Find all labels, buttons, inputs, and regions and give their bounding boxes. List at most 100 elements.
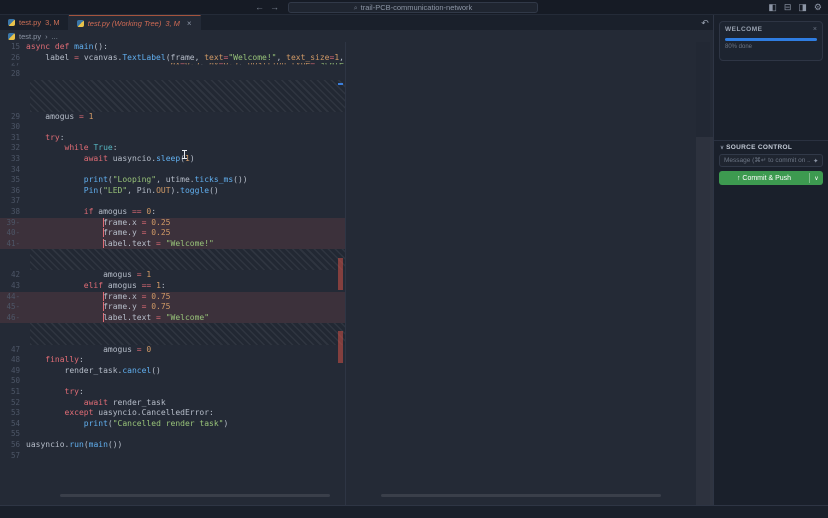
code-line: 51 try: (0, 387, 345, 398)
line-number: 40- (0, 228, 26, 239)
line-number: 37 (0, 196, 26, 207)
commit-and-push-button[interactable]: ↑ Commit & Push ∨ (719, 171, 823, 185)
line-number: 41- (0, 239, 26, 250)
toggle-secondary-sidebar-icon[interactable]: ◨ (798, 2, 807, 13)
code-line: 26 label = vcanvas.TextLabel(frame, text… (0, 53, 345, 64)
code-line: 35 print("Looping", utime.ticks_ms()) (0, 175, 345, 186)
line-number: 46- (0, 313, 26, 324)
line-number: 53 (0, 408, 26, 419)
close-icon[interactable]: × (813, 26, 817, 33)
line-number: 36 (0, 186, 26, 197)
line-number: 45- (0, 302, 26, 313)
code-line: 38 if amogus == 0: (0, 207, 345, 218)
code-line: 48 finally: (0, 355, 345, 366)
code-line: 42 amogus = 1 (0, 270, 345, 281)
horizontal-scrollbar[interactable] (381, 494, 661, 497)
tab-label: test.py (Working Tree) (88, 19, 162, 28)
tab-label: test.py (19, 18, 41, 27)
code-line: 47 amogus = 0 (0, 345, 345, 356)
status-bar (0, 505, 828, 518)
arrow-up-icon: ↑ (737, 175, 741, 182)
diff-filler (30, 249, 345, 270)
code-line: 43 elif amogus == 1: (0, 281, 345, 292)
code-line: 36 Pin("LED", Pin.OUT).toggle() (0, 186, 345, 197)
overview-ruler-left[interactable] (338, 42, 344, 505)
settings-gear-icon[interactable]: ⚙ (814, 2, 822, 13)
code-line: 39- frame.x = 0.25 (0, 218, 345, 229)
back-arrow-icon[interactable]: ← (255, 2, 270, 12)
search-text: trail-PCB-communication-network (361, 3, 473, 12)
mouse-ibeam-cursor (184, 150, 185, 159)
code-line: 40- frame.y = 0.25 (0, 228, 345, 239)
tab-bar: test.py 3, M test.py (Working Tree) 3, M… (0, 15, 713, 30)
code-line: 37 (0, 196, 345, 207)
diff-modified-pane[interactable] (347, 42, 713, 505)
title-bar: ←→ ⌕trail-PCB-communication-network ◧ ⊟ ◨ ⚙ (0, 0, 828, 15)
search-icon: ⌕ (354, 5, 358, 12)
code-line: 54 print("Cancelled render task") (0, 419, 345, 430)
diff-filler (30, 323, 345, 344)
line-number: 56 (0, 440, 26, 451)
code-line: 49 render_task.cancel() (0, 366, 345, 377)
code-line: 44- frame.x = 0.75 (0, 292, 345, 303)
code-line: 55 (0, 429, 345, 440)
line-number: 31 (0, 133, 26, 144)
source-control-header[interactable]: ∨ SOURCE CONTROL (720, 144, 792, 151)
line-number: 39- (0, 218, 26, 229)
code-line: 53 except uasyncio.CancelledError: (0, 408, 345, 419)
toggle-primary-sidebar-icon[interactable]: ◧ (768, 2, 777, 13)
code-line: 46- label.text = "Welcome" (0, 313, 345, 324)
secondary-sidebar: WELCOME × 80% done ∨ SOURCE CONTROL ✦ ↑ … (713, 15, 828, 505)
code-line: 34 (0, 165, 345, 176)
line-number: 52 (0, 398, 26, 409)
welcome-panel: WELCOME × 80% done (719, 21, 823, 61)
python-icon (8, 19, 15, 26)
code-line: 41- label.text = "Welcome!" (0, 239, 345, 250)
line-number: 38 (0, 207, 26, 218)
line-number: 43 (0, 281, 26, 292)
tab-test-py[interactable]: test.py 3, M (0, 15, 69, 30)
line-number: 34 (0, 165, 26, 176)
tab-test-py-working-tree[interactable]: test.py (Working Tree) 3, M × (69, 15, 201, 30)
forward-arrow-icon[interactable]: → (270, 2, 285, 12)
code-line: 32 while True: (0, 143, 345, 154)
breadcrumb-separator: › (45, 32, 48, 41)
commit-message-input[interactable] (719, 154, 823, 167)
line-number: 50 (0, 376, 26, 387)
line-number: 29 (0, 112, 26, 123)
line-number: 30 (0, 122, 26, 133)
discard-icon[interactable]: ↶ (701, 17, 709, 29)
tab-badge: 3, M (165, 19, 180, 28)
diff-filler (30, 80, 345, 112)
code-line: 28 (0, 69, 345, 80)
code-line: 57 (0, 451, 345, 462)
line-number: 28 (0, 69, 26, 80)
line-number: 35 (0, 175, 26, 186)
line-number: 55 (0, 429, 26, 440)
line-number: 42 (0, 270, 26, 281)
sparkle-icon[interactable]: ✦ (813, 157, 818, 165)
code-line: 30 (0, 122, 345, 133)
close-icon[interactable]: × (187, 19, 192, 28)
code-line: 45- frame.y = 0.75 (0, 302, 345, 313)
line-number: 49 (0, 366, 26, 377)
breadcrumb[interactable]: test.py › ... (0, 30, 713, 42)
code-line: 52 await render_task (0, 398, 345, 409)
vscode-window: ←→ ⌕trail-PCB-communication-network ◧ ⊟ ◨ ⚙… (0, 0, 828, 518)
line-number: 44- (0, 292, 26, 303)
line-number: 48 (0, 355, 26, 366)
tab-badge: 3, M (45, 18, 60, 27)
code-line: 33 await uasyncio.sleep(1) (0, 154, 345, 165)
code-line: 15async def main(): (0, 42, 345, 53)
diff-original-pane[interactable]: 15async def main():26 label = vcanvas.Te… (0, 42, 346, 505)
python-icon (8, 33, 15, 40)
horizontal-scrollbar[interactable] (60, 494, 330, 497)
line-number: 54 (0, 419, 26, 430)
command-center-search[interactable]: ⌕trail-PCB-communication-network (288, 2, 538, 13)
code-line: 50 (0, 376, 345, 387)
breadcrumb-more: ... (52, 32, 58, 41)
chevron-down-icon[interactable]: ∨ (810, 175, 823, 182)
line-number: 33 (0, 154, 26, 165)
code-line: 29 amogus = 1 (0, 112, 345, 123)
toggle-panel-icon[interactable]: ⊟ (784, 2, 792, 13)
